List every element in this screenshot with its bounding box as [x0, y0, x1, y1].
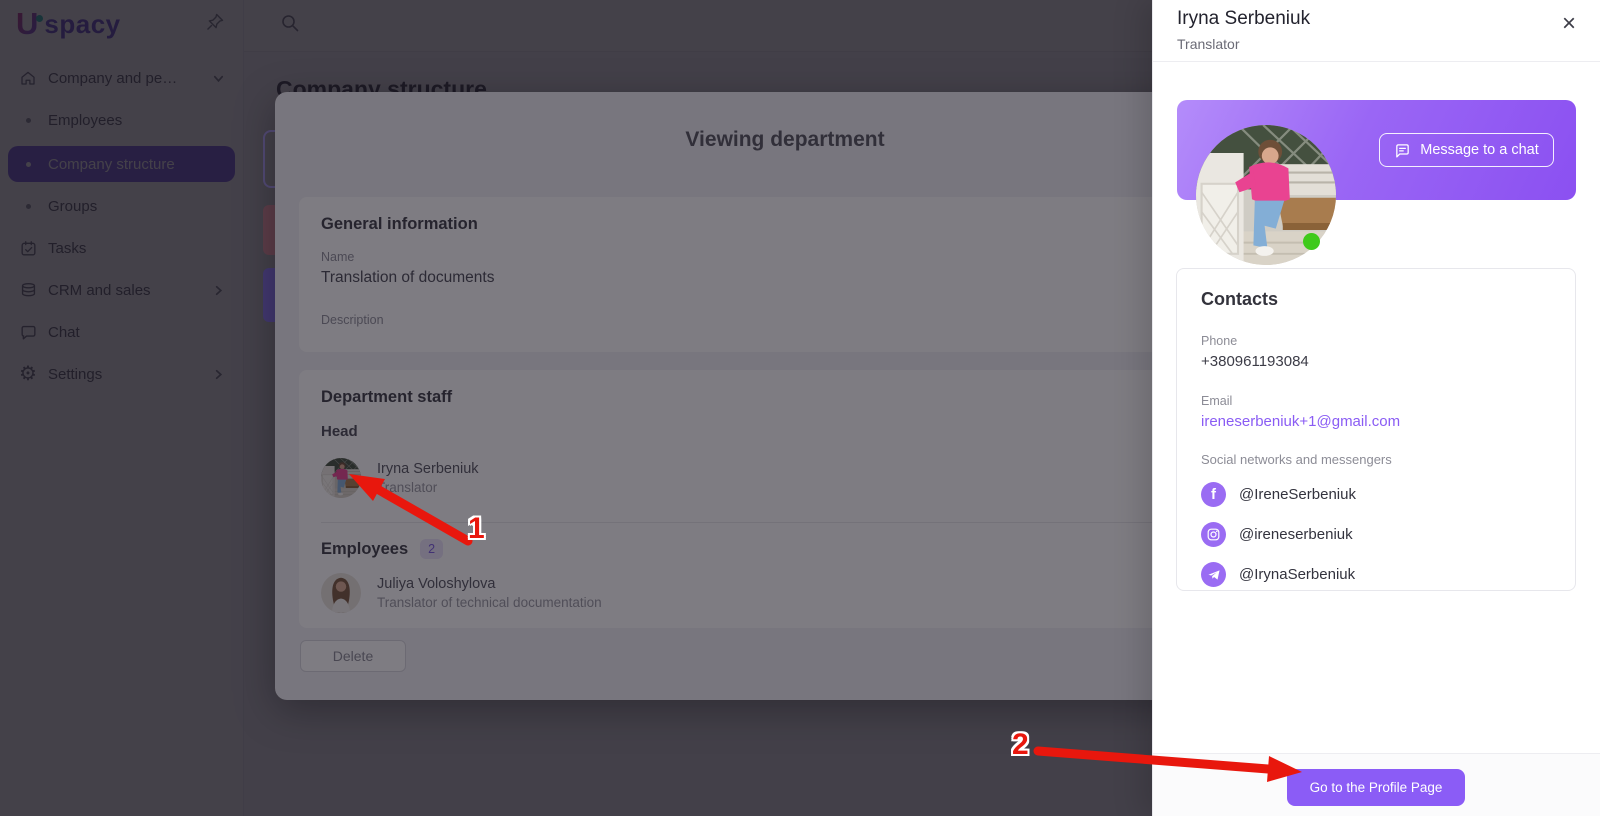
drawer-footer: Go to the Profile Page [1153, 753, 1600, 816]
drawer-header: Iryna Serbeniuk Translator × [1153, 0, 1600, 62]
contacts-card: Contacts Phone +380961193084 Email irene… [1176, 268, 1576, 591]
chat-bubble-icon [1394, 142, 1411, 159]
social-networks-label: Social networks and messengers [1201, 452, 1551, 467]
close-icon[interactable]: × [1562, 12, 1576, 36]
email-label: Email [1201, 394, 1551, 408]
profile-role: Translator [1177, 36, 1576, 52]
online-status-dot [1303, 233, 1320, 250]
go-to-profile-page-button[interactable]: Go to the Profile Page [1287, 769, 1465, 806]
social-handle: @ireneserbeniuk [1239, 526, 1353, 543]
social-row-telegram[interactable]: @IrynaSerbeniuk [1201, 562, 1551, 587]
message-to-chat-button[interactable]: Message to a chat [1379, 133, 1554, 167]
phone-label: Phone [1201, 334, 1551, 348]
message-to-chat-label: Message to a chat [1420, 142, 1539, 158]
contacts-heading: Contacts [1201, 289, 1551, 310]
instagram-icon [1201, 522, 1226, 547]
email-link[interactable]: ireneserbeniuk+1@gmail.com [1201, 413, 1551, 430]
facebook-icon: f [1201, 482, 1226, 507]
social-row-facebook[interactable]: f @IreneSerbeniuk [1201, 482, 1551, 507]
telegram-icon [1201, 562, 1226, 587]
social-handle: @IrynaSerbeniuk [1239, 566, 1355, 583]
profile-avatar[interactable] [1196, 125, 1336, 265]
profile-name: Iryna Serbeniuk [1177, 8, 1576, 30]
drawer-backdrop [0, 0, 1152, 816]
social-row-instagram[interactable]: @ireneserbeniuk [1201, 522, 1551, 547]
social-handle: @IreneSerbeniuk [1239, 486, 1356, 503]
profile-drawer: Iryna Serbeniuk Translator × Message to … [1152, 0, 1600, 816]
phone-value: +380961193084 [1201, 353, 1551, 370]
screen: U spacy Company and pe… [0, 0, 1600, 816]
